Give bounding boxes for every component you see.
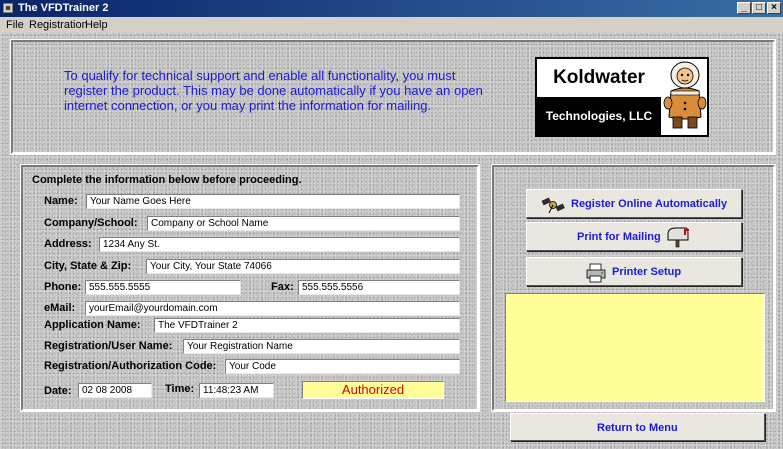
- printer-setup-button[interactable]: Printer Setup: [526, 257, 742, 286]
- menu-bar: File Registration Help: [0, 17, 783, 33]
- name-label: Name:: [44, 195, 78, 207]
- minimize-button[interactable]: _: [737, 2, 751, 14]
- address-field[interactable]: 1234 Any St.: [99, 237, 460, 252]
- title-bar: The VFDTrainer 2 _ □ ×: [0, 0, 783, 17]
- phone-field[interactable]: 555.555.5555: [85, 280, 241, 295]
- eskimo-mascot-icon: [663, 61, 707, 129]
- registration-user-label: Registration/User Name:: [44, 340, 173, 352]
- fax-label: Fax:: [271, 281, 294, 293]
- register-online-button[interactable]: Register Online Automatically: [526, 189, 742, 218]
- maximize-button[interactable]: □: [752, 2, 766, 14]
- close-button[interactable]: ×: [767, 2, 781, 14]
- intro-text: To qualify for technical support and ena…: [64, 68, 483, 113]
- form-heading: Complete the information below before pr…: [32, 174, 302, 186]
- company-logo: Koldwater Technologies, LLC: [535, 57, 709, 137]
- fax-field[interactable]: 555.555.5556: [298, 280, 460, 295]
- return-to-menu-button[interactable]: Return to Menu: [510, 413, 765, 441]
- window-title: The VFDTrainer 2: [18, 2, 109, 14]
- date-field[interactable]: 02 08 2008: [78, 383, 152, 398]
- registration-user-field[interactable]: Your Registration Name: [183, 339, 460, 354]
- city-state-zip-label: City, State & Zip:: [44, 260, 132, 272]
- printer-setup-label: Printer Setup: [612, 266, 682, 278]
- email-field[interactable]: yourEmail@yourdomain.com: [85, 301, 460, 316]
- name-field[interactable]: Your Name Goes Here: [86, 194, 460, 209]
- phone-label: Phone:: [44, 281, 82, 293]
- email-label: eMail:: [44, 302, 76, 314]
- satellite-icon: [541, 197, 565, 214]
- company-field[interactable]: Company or School Name: [147, 216, 460, 231]
- authorization-code-label: Registration/Authorization Code:: [44, 360, 217, 372]
- logo-name: Koldwater: [553, 67, 645, 88]
- print-for-mailing-button[interactable]: Print for Mailing: [526, 222, 742, 251]
- print-for-mailing-label: Print for Mailing: [577, 231, 661, 243]
- mailbox-icon: [667, 227, 689, 248]
- application-name-field[interactable]: The VFDTrainer 2: [154, 318, 460, 333]
- authorization-code-field[interactable]: Your Code: [225, 359, 460, 374]
- time-label: Time:: [165, 383, 195, 395]
- menu-file[interactable]: File: [6, 17, 24, 33]
- application-name-label: Application Name:: [44, 319, 141, 331]
- city-state-zip-field[interactable]: Your City, Your State 74066: [146, 259, 460, 274]
- time-field[interactable]: 11:48:23 AM: [199, 383, 274, 398]
- menu-help[interactable]: Help: [85, 17, 108, 33]
- app-icon[interactable]: [3, 3, 13, 13]
- return-to-menu-label: Return to Menu: [597, 422, 678, 434]
- menu-registration[interactable]: Registration: [29, 17, 88, 33]
- printer-icon: [586, 263, 606, 283]
- date-label: Date:: [44, 385, 72, 397]
- message-area: [505, 293, 765, 402]
- address-label: Address:: [44, 238, 92, 250]
- company-label: Company/School:: [44, 217, 138, 229]
- register-online-label: Register Online Automatically: [571, 198, 728, 210]
- logo-subtitle: Technologies, LLC: [537, 97, 661, 135]
- authorization-status: Authorized: [302, 381, 444, 399]
